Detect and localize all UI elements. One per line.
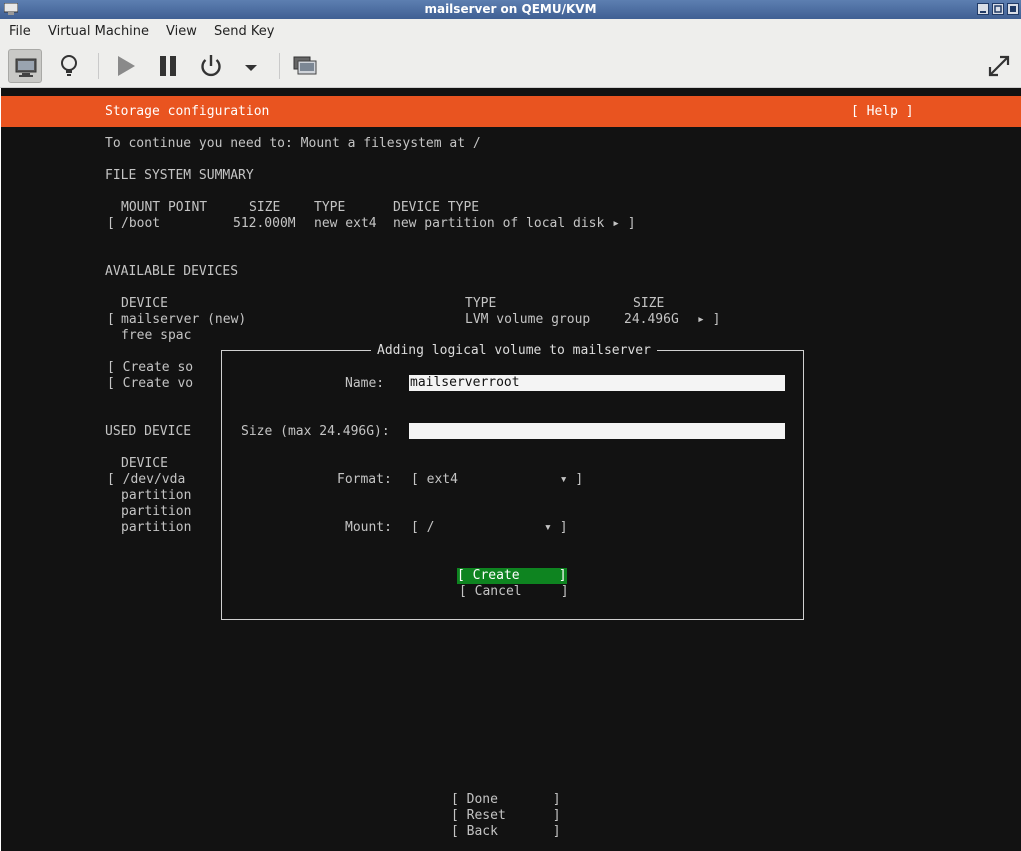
row-bracket: [ — [107, 216, 115, 231]
minimize-icon[interactable] — [977, 3, 989, 15]
run-button[interactable] — [108, 49, 142, 83]
window-titlebar: mailserver on QEMU/KVM — [0, 0, 1021, 19]
menu-bar: File Virtual Machine View Send Key — [0, 19, 1021, 45]
console-button[interactable] — [8, 49, 42, 83]
available-heading: AVAILABLE DEVICES — [105, 264, 239, 279]
help-button[interactable]: [ Help ] — [851, 104, 914, 120]
menu-virtual-machine[interactable]: Virtual Machine — [48, 24, 149, 39]
col-used-device: DEVICE — [121, 456, 168, 471]
fs-summary-heading: FILE SYSTEM SUMMARY — [105, 168, 254, 183]
create-button[interactable]: [ Create ] — [457, 568, 567, 584]
row-type: LVM volume group — [465, 312, 591, 327]
back-button[interactable]: [ Back ] — [451, 824, 561, 840]
monitor-icon — [15, 58, 37, 77]
partition-row: partition — [121, 520, 192, 535]
reset-button[interactable]: [ Reset ] — [451, 808, 561, 824]
play-icon — [118, 56, 135, 76]
installer-title: Storage configuration — [105, 104, 270, 119]
used-heading: USED DEVICE — [105, 424, 192, 439]
col-device-type: DEVICE TYPE — [393, 200, 480, 215]
row-size: 512.000M — [233, 216, 296, 231]
installer-header: Storage configuration [ Help ] — [1, 96, 1021, 127]
menu-file[interactable]: File — [9, 24, 31, 39]
col-avail-type: TYPE — [465, 296, 497, 311]
pause-icon — [160, 56, 176, 76]
snapshot-icon — [293, 56, 317, 75]
lightbulb-icon — [61, 55, 77, 76]
row-bracket: [ — [107, 312, 115, 327]
col-mount-point: MOUNT POINT — [121, 200, 208, 215]
used-row-vda[interactable]: [ /dev/vda — [107, 472, 185, 488]
dropdown-arrow-icon — [245, 65, 257, 71]
col-avail-size: SIZE — [633, 296, 665, 311]
fullscreen-button[interactable] — [982, 49, 1016, 83]
row-device-type: new partition of local disk ▸ ] — [393, 216, 636, 231]
col-size: SIZE — [249, 200, 281, 215]
col-device: DEVICE — [121, 296, 168, 311]
menu-send-key[interactable]: Send Key — [214, 24, 274, 39]
vm-console[interactable]: Storage configuration [ Help ] To contin… — [1, 88, 1021, 851]
create-software-raid-button[interactable]: [ Create so — [107, 360, 193, 376]
size-input[interactable] — [409, 423, 785, 439]
mount-select[interactable]: [ / ▾ ] — [411, 520, 568, 536]
partition-row: partition — [121, 488, 192, 503]
mount-label: Mount: — [345, 520, 392, 535]
details-button[interactable] — [52, 49, 86, 83]
row-arrow: ▸ ] — [697, 312, 721, 327]
name-input[interactable] — [409, 375, 785, 391]
power-icon — [201, 55, 221, 77]
col-type: TYPE — [314, 200, 346, 215]
create-volume-group-button[interactable]: [ Create vo — [107, 376, 193, 392]
maximize-icon[interactable] — [992, 3, 1004, 15]
partition-row: partition — [121, 504, 192, 519]
mount-notice: To continue you need to: Mount a filesys… — [105, 136, 481, 151]
window-title: mailserver on QEMU/KVM — [424, 2, 597, 16]
name-label: Name: — [345, 376, 385, 391]
toolbar — [0, 45, 1021, 88]
cancel-button[interactable]: [ Cancel ] — [459, 584, 569, 600]
row-type: new ext4 — [314, 216, 377, 231]
pause-button[interactable] — [151, 49, 185, 83]
row-mount: /boot — [121, 216, 161, 231]
snapshots-button[interactable] — [288, 49, 322, 83]
format-label: Format: — [337, 472, 392, 487]
dialog-title: Adding logical volume to mailserver — [371, 343, 657, 359]
row-size: 24.496G — [624, 312, 679, 327]
format-select[interactable]: [ ext4 ▾ ] — [411, 472, 583, 488]
menu-view[interactable]: View — [166, 24, 197, 39]
fullscreen-icon — [988, 55, 1010, 77]
shutdown-button[interactable] — [194, 49, 228, 83]
row-device: mailserver (new) — [121, 312, 247, 327]
close-icon[interactable] — [1007, 3, 1019, 15]
free-space-row: free spac — [121, 328, 192, 343]
shutdown-menu-button[interactable] — [234, 49, 268, 83]
size-label: Size (max 24.496G): — [241, 424, 390, 439]
done-button[interactable]: [ Done ] — [451, 792, 561, 808]
